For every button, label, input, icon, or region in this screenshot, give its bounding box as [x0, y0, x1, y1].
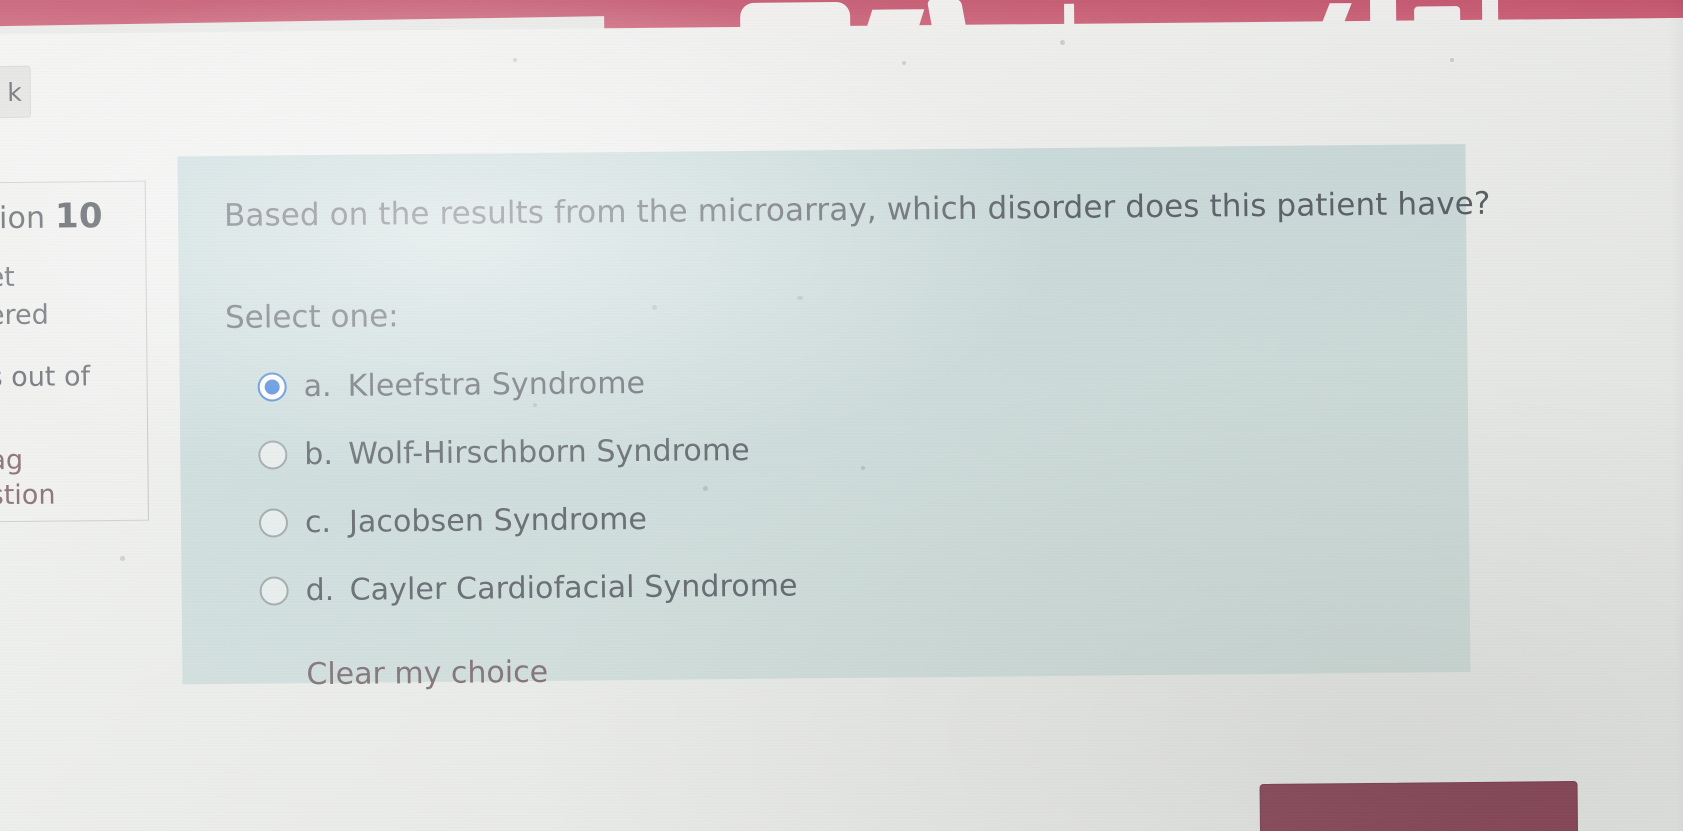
question-text: Based on the results from the microarray…: [223, 185, 1491, 234]
dust-speck: [1450, 58, 1454, 62]
answer-letter-d: d.: [305, 572, 335, 608]
dust-speck: [861, 466, 865, 470]
dust-speck: [652, 305, 657, 310]
photographed-screen: k tion 10 et ered s out of ag stion Base…: [0, 0, 1683, 831]
answer-option-c[interactable]: c. Jacobsen Syndrome: [258, 487, 1435, 548]
question-number-value: 10: [54, 196, 103, 237]
question-status-line-2: ered: [0, 299, 49, 332]
answer-option-a[interactable]: a. Kleefstra Syndrome: [257, 351, 1433, 412]
question-status-line-1: et: [0, 261, 15, 294]
answer-letter-b: b.: [304, 436, 334, 472]
radio-button-a[interactable]: [257, 372, 287, 402]
answer-label-b: Wolf-Hirschborn Syndrome: [348, 432, 750, 472]
clear-my-choice-link[interactable]: Clear my choice: [306, 655, 548, 692]
dust-speck: [1060, 40, 1065, 45]
dust-speck: [533, 403, 537, 407]
flag-question-link[interactable]: ag stion: [0, 441, 132, 513]
answer-options-list: a. Kleefstra Syndrome b. Wolf-Hirschborn…: [257, 351, 1435, 616]
radio-button-b[interactable]: [258, 440, 288, 470]
dust-speck: [902, 61, 906, 65]
radio-button-c[interactable]: [258, 508, 289, 538]
question-number-prefix: tion: [0, 200, 46, 237]
next-page-button[interactable]: [1259, 780, 1579, 831]
moodle-quiz-page: k tion 10 et ered s out of ag stion Base…: [0, 0, 1683, 831]
answer-letter-a: a.: [303, 368, 332, 404]
flag-question-line-2: stion: [0, 479, 56, 511]
select-one-label: Select one:: [224, 298, 399, 337]
answer-letter-c: c.: [304, 504, 332, 540]
answer-label-a: Kleefstra Syndrome: [347, 365, 646, 404]
answer-label-d: Cayler Cardiofacial Syndrome: [349, 568, 798, 608]
dust-speck: [797, 296, 803, 300]
answer-label-c: Jacobsen Syndrome: [348, 501, 648, 540]
question-marks: s out of: [0, 360, 91, 393]
answer-option-d[interactable]: d. Cayler Cardiofacial Syndrome: [259, 555, 1435, 616]
question-info-box: tion 10 et ered s out of ag stion: [0, 180, 149, 524]
dust-speck: [513, 58, 517, 62]
question-panel: Based on the results from the microarray…: [177, 144, 1491, 692]
answer-option-b[interactable]: b. Wolf-Hirschborn Syndrome: [258, 419, 1434, 480]
breadcrumb[interactable]: k: [0, 65, 32, 119]
flag-question-line-1: ag: [0, 444, 24, 476]
dust-speck: [120, 556, 125, 561]
breadcrumb-label: k: [7, 77, 22, 107]
question-number: tion 10: [0, 196, 129, 237]
dust-speck: [703, 486, 708, 491]
radio-button-d[interactable]: [259, 576, 289, 606]
